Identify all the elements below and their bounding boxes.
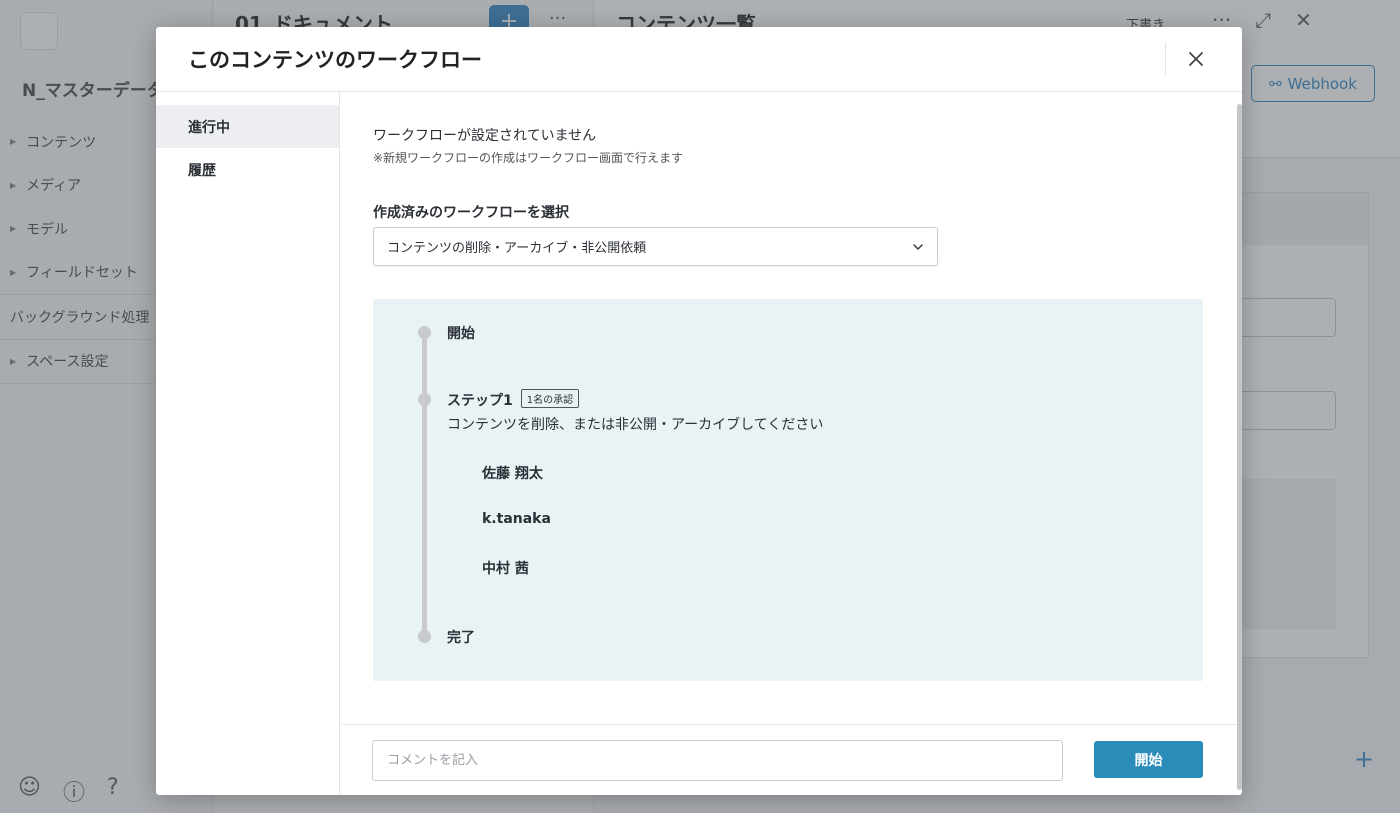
modal-scrollbar[interactable] [1237, 104, 1242, 790]
close-icon [1189, 52, 1203, 66]
flow-end-label: 完了 [447, 630, 475, 646]
workflow-select-value: コンテンツの削除・アーカイブ・非公開依頼 [387, 241, 647, 256]
workflow-preview: 開始 ステップ1 1名の承認 コンテンツを削除、または非公開・アーカイブしてくださ… [373, 299, 1203, 681]
approver-item: k.tanaka [482, 511, 551, 527]
start-button[interactable]: 開始 [1094, 741, 1203, 778]
step-description: コンテンツを削除、または非公開・アーカイブしてください [447, 417, 824, 433]
flow-step-label: ステップ1 1名の承認 [447, 389, 580, 410]
timeline-line [422, 333, 427, 636]
tab-in-progress[interactable]: 進行中 [156, 105, 339, 148]
header-divider [1165, 42, 1166, 75]
close-button[interactable] [1181, 44, 1211, 74]
comment-input[interactable] [372, 740, 1063, 781]
modal-side-tabs: 進行中 履歴 [156, 92, 340, 795]
timeline-dot [418, 630, 431, 643]
timeline-dot [418, 393, 431, 406]
chevron-down-icon [913, 243, 923, 250]
workflow-modal: このコンテンツのワークフロー 進行中 履歴 ワークフローが設定されていません ※… [156, 27, 1242, 795]
workflow-select[interactable]: コンテンツの削除・アーカイブ・非公開依頼 [373, 227, 938, 266]
timeline-dot [418, 326, 431, 339]
modal-header: このコンテンツのワークフロー [156, 27, 1242, 92]
step-name: ステップ1 [447, 393, 513, 409]
notice-subtext: ※新規ワークフローの作成はワークフロー画面で行えます [373, 151, 684, 165]
tab-history[interactable]: 履歴 [156, 148, 339, 191]
flow-start-label: 開始 [447, 326, 475, 342]
approver-item: 中村 茜 [482, 561, 529, 577]
workflow-select-label: 作成済みのワークフローを選択 [373, 205, 569, 221]
modal-title: このコンテンツのワークフロー [188, 48, 482, 72]
modal-footer: 開始 [341, 724, 1236, 795]
approver-item: 佐藤 翔太 [482, 466, 543, 482]
approval-count-badge: 1名の承認 [520, 389, 580, 408]
no-workflow-notice: ワークフローが設定されていません [373, 128, 597, 144]
modal-content: ワークフローが設定されていません ※新規ワークフローの作成はワークフロー画面で行… [341, 92, 1236, 725]
